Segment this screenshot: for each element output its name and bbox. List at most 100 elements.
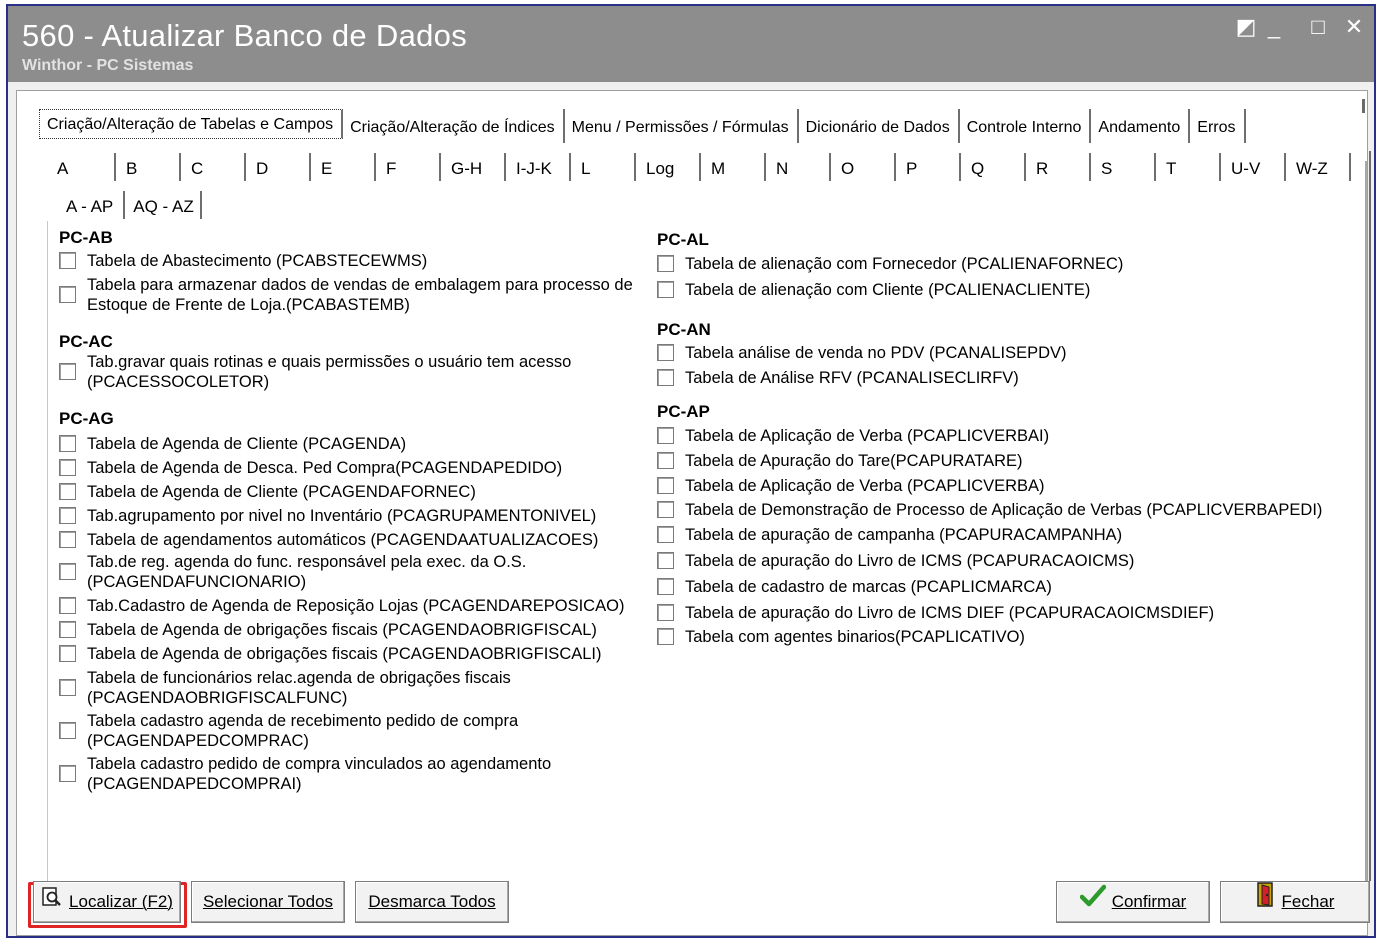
checkbox[interactable] — [59, 597, 76, 614]
checkbox[interactable] — [657, 477, 674, 494]
tab-letter-e[interactable]: E — [311, 153, 376, 181]
tab-letter-m[interactable]: M — [701, 153, 766, 181]
table-option[interactable]: Tabela de alienação com Fornecedor (PCAL… — [657, 254, 1357, 274]
checkbox[interactable] — [657, 526, 674, 543]
table-option[interactable]: Tabela de Abastecimento (PCABSTECEWMS) — [59, 251, 659, 271]
table-option[interactable]: Tabela de Agenda de Cliente (PCAGENDA) — [59, 434, 659, 454]
tab-log[interactable]: Log — [636, 153, 701, 181]
table-option[interactable]: Tabela de Demonstração de Processo de Ap… — [657, 500, 1357, 520]
checkbox[interactable] — [657, 552, 674, 569]
table-option[interactable]: Tab.de reg. agenda do func. responsável … — [59, 552, 559, 592]
table-option[interactable]: Tabela de Aplicação de Verba (PCAPLICVER… — [657, 426, 1357, 446]
tab-letter-i-j-k[interactable]: I-J-K — [506, 153, 571, 181]
tab-dicionario[interactable]: Dicionário de Dados — [799, 109, 960, 143]
checkbox[interactable] — [657, 281, 674, 298]
window-subtitle: Winthor - PC Sistemas — [22, 57, 194, 74]
tab-letter-c[interactable]: C — [181, 153, 246, 181]
checkbox[interactable] — [59, 679, 76, 696]
checkbox[interactable] — [657, 628, 674, 645]
checkbox[interactable] — [657, 427, 674, 444]
tab-controle-interno[interactable]: Controle Interno — [960, 109, 1092, 143]
tab-letter-q[interactable]: Q — [961, 153, 1026, 181]
tab-letter-r[interactable]: R — [1026, 153, 1091, 181]
table-option[interactable]: Tabela de funcionários relac.agenda de o… — [59, 668, 529, 708]
table-option[interactable]: Tabela de agendamentos automáticos (PCAG… — [59, 530, 659, 550]
table-option[interactable]: Tabela de Agenda de Desca. Ped Compra(PC… — [59, 458, 659, 478]
fechar-label: Fechar — [1281, 892, 1335, 911]
tab-menu-permissoes[interactable]: Menu / Permissões / Fórmulas — [565, 109, 799, 143]
tab-letter-a[interactable]: A — [51, 153, 116, 181]
checkbox[interactable] — [657, 578, 674, 595]
table-option[interactable]: Tabela para armazenar dados de vendas de… — [59, 275, 649, 315]
tab-letter-b[interactable]: B — [116, 153, 181, 181]
checkbox[interactable] — [59, 286, 76, 303]
table-option[interactable]: Tabela de Agenda de obrigações fiscais (… — [59, 644, 659, 664]
table-option[interactable]: Tabela de apuração do Livro de ICMS (PCA… — [657, 551, 1357, 571]
tab-letter-w-z[interactable]: W-Z — [1286, 153, 1351, 181]
tab-letter-g-h[interactable]: G-H — [441, 153, 506, 181]
group-title: PC-AC — [59, 332, 113, 351]
option-label: Tabela de alienação com Fornecedor (PCAL… — [685, 255, 1124, 273]
checkbox[interactable] — [657, 369, 674, 386]
checkbox[interactable] — [59, 563, 76, 580]
scroll-edge — [1362, 99, 1365, 113]
tab-letter-t[interactable]: T — [1156, 153, 1221, 181]
table-option[interactable]: Tab.agrupamento por nivel no Inventário … — [59, 506, 659, 526]
checkbox[interactable] — [59, 621, 76, 638]
checkbox[interactable] — [59, 645, 76, 662]
table-option[interactable]: Tabela de Apuração do Tare(PCAPURATARE) — [657, 451, 1357, 471]
table-option[interactable]: Tab.Cadastro de Agenda de Reposição Loja… — [59, 596, 659, 616]
checkbox[interactable] — [59, 765, 76, 782]
title-bar[interactable]: 560 - Atualizar Banco de Dados Winthor -… — [8, 6, 1374, 82]
table-option[interactable]: Tabela cadastro agenda de recebimento pe… — [59, 711, 539, 751]
tab-aq-az[interactable]: AQ - AZ — [125, 191, 202, 219]
tab-letter-n[interactable]: N — [766, 153, 831, 181]
table-option[interactable]: Tabela de cadastro de marcas (PCAPLICMAR… — [657, 577, 1357, 597]
table-option[interactable]: Tabela de apuração do Livro de ICMS DIEF… — [657, 603, 1357, 623]
table-option[interactable]: Tabela de Agenda de Cliente (PCAGENDAFOR… — [59, 482, 659, 502]
table-option[interactable]: Tabela análise de venda no PDV (PCANALIS… — [657, 343, 1357, 363]
checkbox[interactable] — [657, 604, 674, 621]
restore-icon[interactable]: ◩ — [1234, 16, 1258, 38]
table-option[interactable]: Tabela de apuração de campanha (PCAPURAC… — [657, 525, 1357, 545]
localizar-button[interactable]: Localizar (F2) — [33, 881, 181, 923]
table-option[interactable]: Tabela de Aplicação de Verba (PCAPLICVER… — [657, 476, 1357, 496]
checkbox[interactable] — [59, 531, 76, 548]
tab-letter-u-v[interactable]: U-V — [1221, 153, 1286, 181]
tab-tabelas-campos[interactable]: Criação/Alteração de Tabelas e Campos — [39, 109, 344, 139]
table-option[interactable]: Tabela de Análise RFV (PCANALISECLIRFV) — [657, 368, 1357, 388]
tab-letter-s[interactable]: S — [1091, 153, 1156, 181]
checkbox[interactable] — [59, 722, 76, 739]
confirmar-button[interactable]: Confirmar — [1056, 881, 1210, 923]
checkbox[interactable] — [59, 483, 76, 500]
tab-erros[interactable]: Erros — [1190, 109, 1246, 143]
checkbox[interactable] — [657, 255, 674, 272]
tab-letter-o[interactable]: O — [831, 153, 896, 181]
tab-letter-f[interactable]: F — [376, 153, 441, 181]
maximize-icon[interactable]: □ — [1306, 16, 1330, 38]
tab-letter-l[interactable]: L — [571, 153, 636, 181]
close-icon[interactable]: ✕ — [1342, 16, 1366, 38]
tab-indices[interactable]: Criação/Alteração de Índices — [343, 109, 565, 143]
table-option[interactable]: Tabela com agentes binarios(PCAPLICATIVO… — [657, 627, 1357, 647]
checkbox[interactable] — [59, 435, 76, 452]
desmarca-todos-button[interactable]: Desmarca Todos — [355, 881, 509, 923]
fechar-button[interactable]: Fechar — [1220, 881, 1370, 923]
table-option[interactable]: Tabela de Agenda de obrigações fiscais (… — [59, 620, 659, 640]
table-option[interactable]: Tabela cadastro pedido de compra vincula… — [59, 754, 569, 794]
checkbox[interactable] — [59, 459, 76, 476]
table-option[interactable]: Tab.gravar quais rotinas e quais permiss… — [59, 352, 579, 392]
tab-letter-d[interactable]: D — [246, 153, 311, 181]
tab-a-ap[interactable]: A - AP — [59, 191, 126, 219]
tab-letter-p[interactable]: P — [896, 153, 961, 181]
checkbox[interactable] — [59, 363, 76, 380]
checkbox[interactable] — [657, 501, 674, 518]
minimize-icon[interactable]: _ — [1262, 16, 1286, 38]
checkbox[interactable] — [59, 507, 76, 524]
selecionar-todos-button[interactable]: Selecionar Todos — [191, 881, 345, 923]
tab-andamento[interactable]: Andamento — [1091, 109, 1191, 143]
checkbox[interactable] — [657, 452, 674, 469]
table-option[interactable]: Tabela de alienação com Cliente (PCALIEN… — [657, 280, 1357, 300]
checkbox[interactable] — [657, 344, 674, 361]
checkbox[interactable] — [59, 252, 76, 269]
